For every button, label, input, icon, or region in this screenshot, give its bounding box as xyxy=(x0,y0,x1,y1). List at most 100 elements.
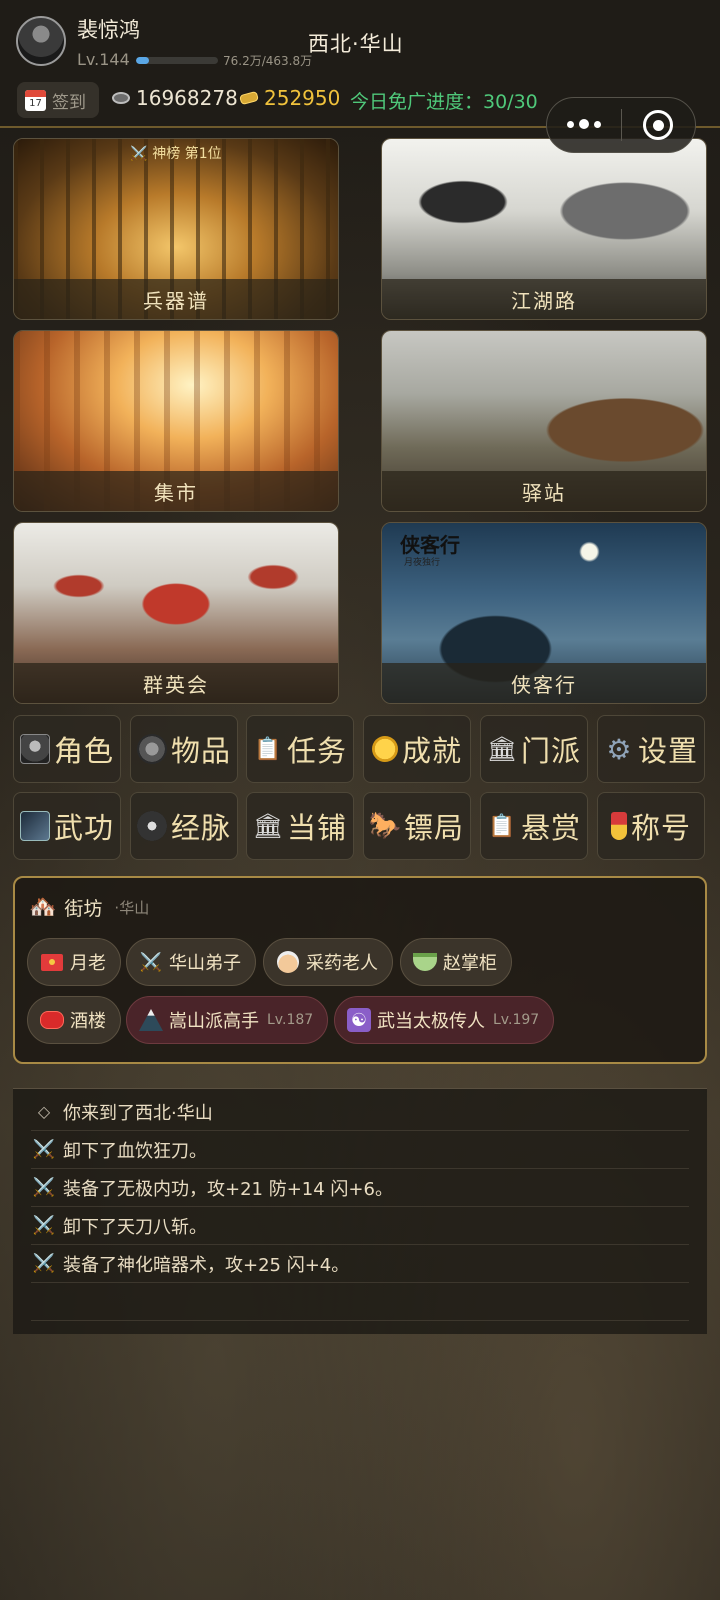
gold-amount: 252950 xyxy=(264,86,341,110)
log-text: 你来到了西北·华山 xyxy=(63,1102,213,1124)
scene-card-armory[interactable]: ⚔️ 神榜 第1位 兵器谱 xyxy=(13,138,339,320)
message-log: ◇ 你来到了西北·华山 ⚔️ 卸下了血饮狂刀。 ⚔️ 装备了无极内功，攻+21 … xyxy=(13,1088,707,1334)
log-line-empty xyxy=(31,1283,689,1321)
npc-level: Lv.187 xyxy=(267,1012,314,1028)
brush-calligraphy-title: 侠客行 xyxy=(400,533,460,557)
horse-icon: 🐎 xyxy=(368,811,402,841)
npc-songshan-master[interactable]: 嵩山派高手 Lv.187 xyxy=(126,996,329,1044)
log-text: 卸下了血饮狂刀。 xyxy=(63,1140,207,1162)
log-line: ⚔️ 装备了无极内功，攻+21 防+14 闪+6。 xyxy=(31,1169,689,1207)
street-npc-panel: 🏘️ 街坊 ·华山 月老 ⚔️ 华山弟子 采药老人 赵掌柜 酒楼 嵩山派高手 L… xyxy=(13,876,707,1064)
scene-card-wanderer[interactable]: 侠客行 月夜独行 侠客行 xyxy=(381,522,707,704)
gold-ingot-icon xyxy=(239,90,259,106)
more-options-icon[interactable] xyxy=(547,119,621,130)
npc-ico: ☯ xyxy=(347,1008,371,1032)
yin-yang-icon: ☯ xyxy=(347,1008,371,1032)
npc-name: 月老 xyxy=(70,953,106,974)
label-band: 集市 xyxy=(14,471,338,511)
label-band: 侠客行 xyxy=(382,663,706,703)
silver-currency: 16968278 xyxy=(112,86,238,110)
scene-card-station[interactable]: 驿站 xyxy=(381,330,707,512)
log-line: ◇ 你来到了西北·华山 xyxy=(31,1093,689,1131)
npc-name: 武当太极传人 xyxy=(377,1011,485,1032)
log-text: 装备了神化暗器术，攻+25 闪+4。 xyxy=(63,1254,350,1276)
exp-progress-fill xyxy=(136,57,150,64)
gold-currency: 252950 xyxy=(239,86,341,110)
diamond-icon: ◇ xyxy=(37,1102,51,1121)
brush-subtitle: 月夜独行 xyxy=(404,558,441,568)
clipboard-icon: 📋 xyxy=(488,813,516,839)
exp-text: 76.2万/463.8万 xyxy=(223,54,313,68)
bank-icon: 🏛 xyxy=(252,812,284,840)
menu-bounty-button[interactable]: 📋 悬赏 xyxy=(480,792,588,860)
scene-card-jianghu-road[interactable]: 江湖路 xyxy=(381,138,707,320)
menu-label: 武功 xyxy=(53,811,114,845)
menu-label: 经脉 xyxy=(170,811,231,845)
log-line: ⚔️ 装备了神化暗器术，攻+25 闪+4。 xyxy=(31,1245,689,1283)
menu-label: 悬赏 xyxy=(520,811,581,845)
npc-wudang-taiji-heir[interactable]: ☯ 武当太极传人 Lv.197 xyxy=(334,996,555,1044)
npc-tavern[interactable]: 酒楼 xyxy=(27,996,121,1044)
street-location: ·华山 xyxy=(114,899,150,917)
miniprogram-capsule xyxy=(546,97,696,153)
npc-name: 华山弟子 xyxy=(169,953,241,974)
scene-card-heroes-gathering[interactable]: 群英会 xyxy=(13,522,339,704)
signin-label: 签到 xyxy=(52,92,86,113)
player-level: Lv.144 xyxy=(77,50,130,69)
scene-card-market[interactable]: 集市 xyxy=(13,330,339,512)
bowl-icon xyxy=(413,953,437,971)
close-miniprogram-icon[interactable] xyxy=(622,110,696,140)
menu-pawnshop-button[interactable]: 🏛 当铺 xyxy=(246,792,354,860)
menu-achievements-button[interactable]: 成就 xyxy=(363,715,471,783)
lantern-icon xyxy=(40,1011,64,1029)
houses-icon: 🏘️ xyxy=(29,895,57,920)
npc-herb-elder[interactable]: 采药老人 xyxy=(263,938,393,986)
silver-amount: 16968278 xyxy=(136,86,238,110)
npc-huashan-disciple[interactable]: ⚔️ 华山弟子 xyxy=(126,938,256,986)
npc-name: 酒楼 xyxy=(70,1011,106,1032)
clipboard-icon: 📋 xyxy=(254,736,282,762)
scene-label: 群英会 xyxy=(143,672,209,697)
menu-label: 角色 xyxy=(53,734,114,768)
menu-label: 成就 xyxy=(401,734,462,768)
label-band: 群英会 xyxy=(14,663,338,703)
npc-ico xyxy=(40,950,64,974)
menu-character-button[interactable]: 角色 xyxy=(13,715,121,783)
menu-settings-button[interactable]: ⚙ 设置 xyxy=(597,715,705,783)
npc-name: 赵掌柜 xyxy=(443,953,497,974)
player-name: 裴惊鸿 xyxy=(77,18,140,42)
red-envelope-icon xyxy=(41,953,63,971)
portrait-icon xyxy=(19,734,50,764)
npc-level: Lv.197 xyxy=(493,1012,540,1028)
label-band: 江湖路 xyxy=(382,279,706,319)
npc-shopkeeper-zhao[interactable]: 赵掌柜 xyxy=(400,938,512,986)
npc-name: 采药老人 xyxy=(306,953,378,974)
menu-label: 设置 xyxy=(637,734,698,768)
npc-ico xyxy=(413,950,437,974)
signin-button[interactable]: 17 签到 xyxy=(17,82,99,118)
log-text: 卸下了天刀八斩。 xyxy=(63,1216,207,1238)
menu-sect-button[interactable]: 🏛 门派 xyxy=(480,715,588,783)
meridian-icon xyxy=(136,811,167,841)
menu-escort-agency-button[interactable]: 🐎 镖局 xyxy=(363,792,471,860)
scene-label: 侠客行 xyxy=(511,672,577,697)
menu-items-button[interactable]: 物品 xyxy=(130,715,238,783)
npc-ico xyxy=(40,1008,64,1032)
menu-meridians-button[interactable]: 经脉 xyxy=(130,792,238,860)
rank-badge: ⚔️ 神榜 第1位 xyxy=(130,146,222,162)
old-man-icon xyxy=(277,951,299,973)
menu-label: 物品 xyxy=(170,734,231,768)
crossed-swords-icon: ⚔️ xyxy=(139,951,163,973)
menu-quests-button[interactable]: 📋 任务 xyxy=(246,715,354,783)
exp-progress-bar xyxy=(136,57,218,64)
calendar-day: 17 xyxy=(29,97,42,109)
player-avatar[interactable] xyxy=(16,16,66,66)
npc-matchmaker[interactable]: 月老 xyxy=(27,938,121,986)
street-title: 街坊 xyxy=(64,898,103,920)
ad-free-progress: 今日免广进度：30/30 xyxy=(350,91,538,113)
menu-martial-arts-button[interactable]: 武功 xyxy=(13,792,121,860)
scene-label: 集市 xyxy=(154,480,198,505)
scene-label: 江湖路 xyxy=(511,288,577,313)
gear-icon: ⚙ xyxy=(606,732,632,766)
menu-titles-button[interactable]: 称号 xyxy=(597,792,705,860)
